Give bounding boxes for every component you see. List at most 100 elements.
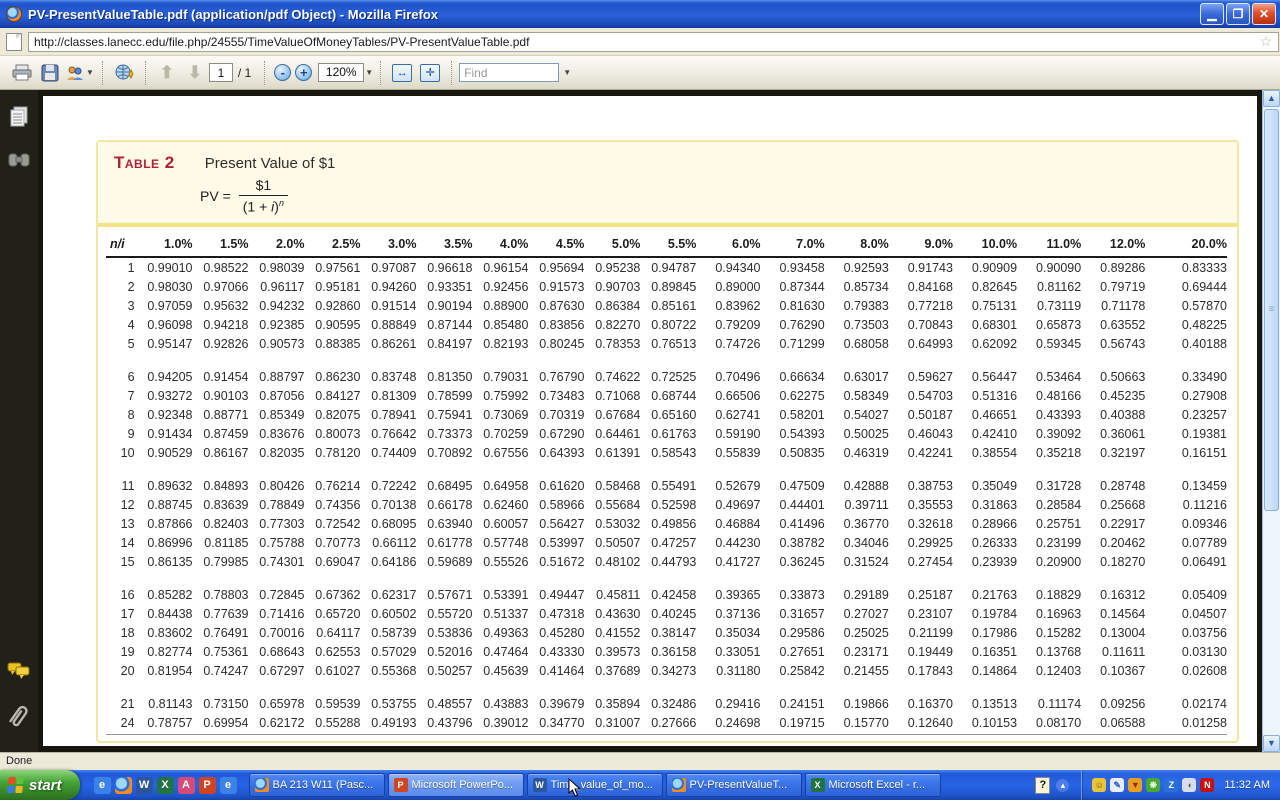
pdf-viewer: Table 2 Present Value of $1 PV = $1 (1 +… (0, 90, 1280, 752)
next-page-button[interactable]: ⬇ (182, 60, 208, 86)
table-row: 160.852820.788030.728450.673620.623170.5… (106, 571, 1227, 604)
hide-icons-chevron-icon[interactable]: ▴ (1056, 779, 1069, 792)
previous-page-button[interactable]: ⬆ (154, 60, 180, 86)
collaborate-button[interactable]: ▼ (65, 60, 94, 86)
access-icon[interactable]: A (178, 777, 195, 794)
task-button[interactable]: BA 213 W11 (Pasc... (249, 773, 385, 797)
value-cell: 0.48166 (1017, 386, 1081, 405)
value-cell: 0.87344 (761, 277, 825, 296)
restore-button[interactable]: ❐ (1226, 3, 1250, 25)
value-cell: 0.50663 (1081, 353, 1145, 386)
value-cell: 0.25025 (825, 623, 889, 642)
value-cell: 0.58966 (528, 495, 584, 514)
table-row: 40.960980.942180.923850.905950.888490.87… (106, 315, 1227, 334)
value-cell: 0.47464 (472, 642, 528, 661)
formula-denominator: (1 + i)n (239, 195, 288, 215)
fit-page-button[interactable]: ✛ (420, 64, 440, 82)
print-button[interactable] (9, 60, 35, 86)
zoom-out-button[interactable]: - (274, 64, 291, 81)
value-cell: 0.38147 (640, 623, 696, 642)
url-input[interactable] (28, 32, 1279, 52)
ie2-icon[interactable]: e (220, 777, 237, 794)
quick-launch-bar: e WXAPe (92, 770, 239, 800)
ie-icon[interactable]: e (94, 777, 111, 794)
value-cell: 0.62553 (304, 642, 360, 661)
firefox-icon[interactable] (115, 777, 132, 794)
value-cell: 0.10367 (1081, 661, 1145, 680)
scroll-up-button[interactable]: ▲ (1263, 90, 1280, 107)
table-row: 60.942050.914540.887970.862300.837480.81… (106, 353, 1227, 386)
value-cell: 0.66506 (696, 386, 760, 405)
table-row: 120.887450.836390.788490.743560.701380.6… (106, 495, 1227, 514)
value-cell: 0.84197 (416, 334, 472, 353)
value-cell: 0.77303 (249, 514, 305, 533)
value-cell: 0.53997 (528, 533, 584, 552)
value-cell: 0.74622 (584, 353, 640, 386)
toolbar-separator (102, 61, 103, 85)
shield-icon[interactable]: ▼ (1128, 778, 1142, 792)
scroll-track[interactable] (1263, 107, 1280, 735)
fit-width-button[interactable]: ↔ (392, 64, 412, 82)
word-icon[interactable]: W (136, 777, 153, 794)
volume-icon[interactable]: ◖ (1182, 778, 1196, 792)
bookmark-star-icon[interactable]: ☆ (1259, 33, 1272, 50)
attachments-panel-icon[interactable] (9, 703, 29, 734)
value-cell: 0.45280 (528, 623, 584, 642)
page-number-input[interactable] (209, 63, 233, 82)
value-cell: 0.20900 (1017, 552, 1081, 571)
help-icon[interactable]: ? (1035, 777, 1050, 794)
value-cell: 0.57671 (416, 571, 472, 604)
table-row: 240.787570.699540.621720.552880.491930.4… (106, 713, 1227, 735)
close-button[interactable]: ✕ (1252, 3, 1276, 25)
value-cell: 0.52679 (696, 462, 760, 495)
zoom-level-select[interactable]: 120% (318, 63, 364, 82)
value-cell: 0.89845 (640, 277, 696, 296)
value-cell: 0.59345 (1017, 334, 1081, 353)
value-cell: 0.42410 (953, 424, 1017, 443)
task-button[interactable]: XMicrosoft Excel - r... (805, 773, 941, 797)
messenger-icon[interactable]: ☺ (1092, 778, 1106, 792)
value-cell: 0.78599 (416, 386, 472, 405)
value-cell: 0.32486 (640, 680, 696, 713)
value-cell: 0.66634 (761, 353, 825, 386)
tool-icon[interactable]: ✎ (1110, 778, 1124, 792)
pages-panel-icon[interactable] (9, 106, 29, 133)
value-cell: 0.71068 (584, 386, 640, 405)
taskbar-clock[interactable]: 11:32 AM (1224, 779, 1270, 791)
value-cell: 0.06588 (1081, 713, 1145, 735)
powerpoint-icon[interactable]: P (199, 777, 216, 794)
column-header: 4.0% (472, 231, 528, 257)
value-cell: 0.38753 (889, 462, 953, 495)
value-cell: 0.79383 (825, 296, 889, 315)
scroll-down-button[interactable]: ▼ (1263, 735, 1280, 752)
comments-panel-icon[interactable] (7, 662, 31, 685)
z-icon[interactable]: Z (1164, 778, 1178, 792)
minimize-button[interactable]: ▁ (1200, 3, 1224, 25)
find-input[interactable] (459, 63, 559, 82)
scroll-thumb[interactable] (1264, 109, 1279, 511)
value-cell: 0.65160 (640, 405, 696, 424)
column-header: 20.0% (1145, 231, 1227, 257)
value-cell: 0.89632 (137, 462, 193, 495)
value-cell: 0.78941 (360, 405, 416, 424)
share-button[interactable] (111, 60, 137, 86)
search-panel-icon[interactable] (8, 151, 30, 174)
firefox-icon (6, 6, 22, 22)
printer-icon (12, 64, 32, 82)
value-cell: 0.55839 (696, 443, 760, 462)
start-button[interactable]: start (0, 770, 80, 800)
task-button[interactable]: PMicrosoft PowerPo... (388, 773, 524, 797)
value-cell: 0.64958 (472, 462, 528, 495)
norton-icon[interactable]: N (1200, 778, 1214, 792)
value-cell: 0.56427 (528, 514, 584, 533)
task-button[interactable]: WTime_value_of_mo... (527, 773, 663, 797)
zoom-in-button[interactable]: + (295, 64, 312, 81)
chevron-down-icon[interactable]: ▼ (563, 68, 571, 77)
chevron-down-icon[interactable]: ▼ (365, 68, 373, 77)
green-icon[interactable]: ❋ (1146, 778, 1160, 792)
excel-icon[interactable]: X (157, 777, 174, 794)
save-button[interactable] (37, 60, 63, 86)
status-bar: Done (0, 752, 1280, 770)
vertical-scrollbar[interactable]: ▲ ▼ (1262, 90, 1280, 752)
task-button[interactable]: PV-PresentValueT... (666, 773, 802, 797)
